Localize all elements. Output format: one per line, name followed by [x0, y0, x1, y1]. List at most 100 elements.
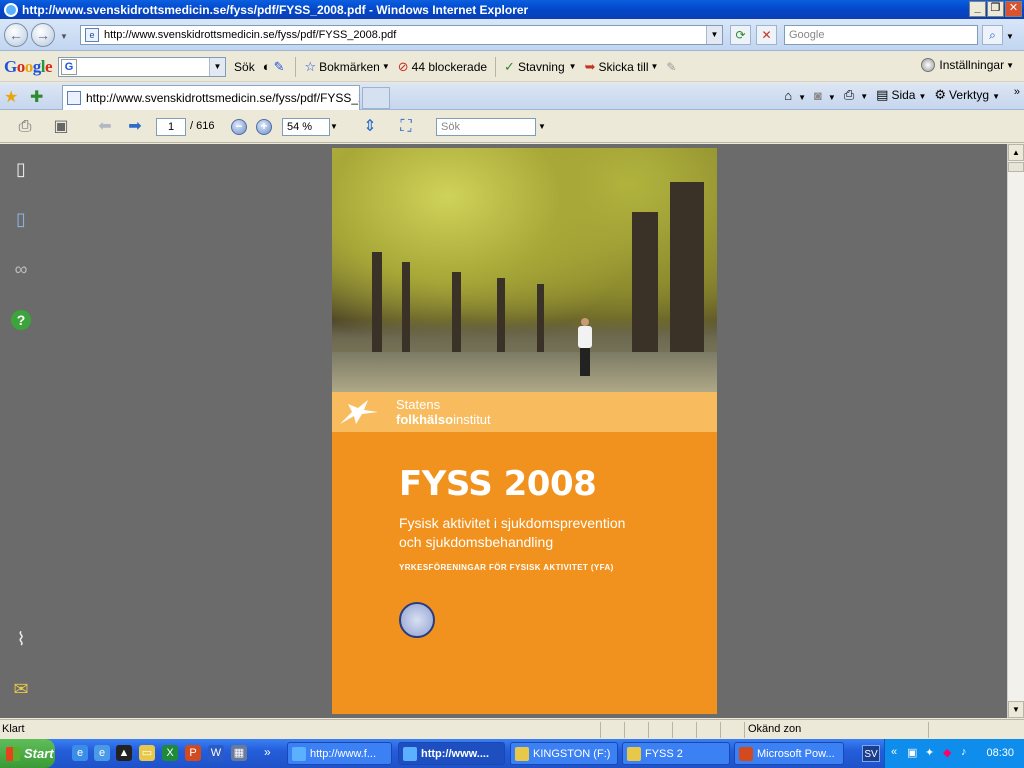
tab-bar: ★ ✚ http://www.svenskidrottsmedicin.se/f… — [0, 83, 1024, 110]
popup-blocker-button[interactable]: ⊘ 44 blockerade — [398, 59, 487, 75]
address-dropdown-icon[interactable]: ▼ — [706, 26, 722, 44]
taskbar-item-ie-2[interactable]: http://www.... — [398, 742, 505, 765]
taskbar-clock[interactable]: 08:30 — [986, 747, 1014, 759]
taskbar-item-ie-1[interactable]: http://www.f... — [287, 742, 392, 765]
send-to-button[interactable]: ➥ Skicka till ▼ — [585, 59, 659, 75]
google-logo[interactable]: Google — [4, 57, 53, 77]
taskbar: Start e e ▲ ▭ X P W ▦ » http://www.f... … — [0, 739, 1024, 768]
zoom-level-input[interactable]: 54 % — [282, 118, 330, 136]
window-controls: _ ❐ ✕ — [969, 1, 1022, 17]
gear-icon: ⚙ — [934, 87, 947, 102]
tab-title: http://www.svenskidrottsmedicin.se/fyss/… — [86, 91, 360, 105]
tray-security-icon[interactable]: ✦ — [925, 746, 934, 759]
tray-network-icon[interactable]: ▣ — [907, 746, 917, 759]
system-tray: « ▣ ✦ ◆ ♪ 08:30 — [884, 739, 1024, 768]
toolbar-extra-icons[interactable]: ◐ ✎ — [263, 59, 288, 75]
fit-width-button[interactable]: ⇕ — [359, 116, 381, 138]
add-favorite-icon[interactable]: ✚ — [30, 87, 43, 107]
restore-button[interactable]: ❐ — [987, 1, 1004, 17]
new-tab-button[interactable] — [362, 87, 390, 109]
home-icon: ⌂ — [784, 87, 793, 103]
back-button[interactable]: ← — [4, 23, 28, 47]
bookmarks-panel-icon[interactable]: ▯ — [10, 208, 32, 230]
previous-page-button[interactable]: ⬅ — [94, 116, 116, 138]
zoom-dropdown-icon[interactable]: ▼ — [330, 122, 338, 131]
popup-blocked-icon: ⊘ — [397, 58, 409, 74]
pagerank-icon: ◐ — [262, 59, 271, 74]
taskbar-item-kingston[interactable]: KINGSTON (F:) — [510, 742, 618, 765]
comments-icon[interactable]: ✉ — [10, 678, 32, 700]
tray-app-icon[interactable]: ◆ — [943, 746, 951, 759]
quicklaunch-media-icon[interactable]: ▲ — [116, 745, 132, 761]
search-input[interactable]: Google — [784, 25, 978, 45]
help-icon[interactable]: ? — [11, 310, 31, 330]
quicklaunch-grid-icon[interactable]: ▦ — [231, 745, 247, 761]
rss-icon: ◙ — [814, 87, 822, 103]
tools-menu-button[interactable]: ⚙ Verktyg ▼ — [934, 87, 1000, 103]
print-button[interactable]: ⎙ ▼ — [844, 87, 868, 103]
pdf-print-button[interactable]: ⎙ — [14, 116, 36, 138]
quicklaunch-powerpoint-icon[interactable]: P — [185, 745, 201, 761]
pdf-search-input[interactable]: Sök — [436, 118, 536, 136]
organization-band: Statens folkhälsoinstitut — [332, 392, 717, 432]
window-title: http://www.svenskidrottsmedicin.se/fyss/… — [22, 2, 529, 17]
scroll-down-button[interactable]: ▼ — [1008, 701, 1024, 718]
feeds-button[interactable]: ◙ ▼ — [814, 88, 836, 103]
page-menu-button[interactable]: ▤ Sida ▼ — [876, 87, 926, 103]
minimize-button[interactable]: _ — [969, 1, 986, 17]
pdf-search-dropdown-icon[interactable]: ▼ — [538, 122, 546, 131]
tray-volume-icon[interactable]: ♪ — [961, 746, 967, 758]
close-window-button[interactable]: ✕ — [1005, 1, 1022, 17]
scroll-thumb[interactable] — [1008, 162, 1024, 172]
history-dropdown-icon[interactable]: ▼ — [60, 32, 68, 41]
favorites-star-icon[interactable]: ★ — [4, 87, 18, 107]
zoom-out-button[interactable]: − — [231, 119, 247, 135]
home-button[interactable]: ⌂ ▼ — [784, 88, 806, 103]
settings-button[interactable]: Inställningar ▼ — [921, 58, 1014, 72]
page-number-input[interactable]: 1 — [156, 118, 186, 136]
google-search-button[interactable]: Sök — [234, 60, 255, 74]
security-zone: Okänd zon — [748, 723, 802, 735]
google-search-dropdown-icon[interactable]: ▼ — [209, 57, 226, 76]
highlight-icon: ✎ — [273, 58, 285, 74]
toolbar-overflow-icon[interactable]: » — [1014, 86, 1020, 98]
window-title-bar[interactable]: http://www.svenskidrottsmedicin.se/fyss/… — [0, 0, 1024, 19]
address-url: http://www.svenskidrottsmedicin.se/fyss/… — [104, 29, 397, 41]
fit-page-button[interactable]: ⛶ — [395, 116, 417, 138]
quicklaunch-folder-icon[interactable]: ▭ — [139, 745, 155, 761]
taskbar-item-powerpoint[interactable]: Microsoft Pow... — [734, 742, 844, 765]
zoom-in-button[interactable]: + — [256, 119, 272, 135]
pages-panel-icon[interactable]: ▯ — [10, 158, 32, 180]
start-button[interactable]: Start — [0, 739, 55, 768]
scroll-up-button[interactable]: ▲ — [1008, 144, 1024, 161]
page-icon: e — [85, 28, 99, 42]
search-options-icon[interactable]: ▼ — [1006, 32, 1014, 41]
forward-button[interactable]: → — [31, 23, 55, 47]
vertical-scrollbar[interactable]: ▲ ▼ — [1007, 144, 1024, 718]
pdf-document-view[interactable]: Statens folkhälsoinstitut FYSS 2008 Fysi… — [44, 144, 1007, 718]
pdf-navigation-pane: ▯ ▯ ∞ ? ⌇ ✉ — [0, 144, 44, 718]
tab-current[interactable]: http://www.svenskidrottsmedicin.se/fyss/… — [62, 85, 360, 110]
spellcheck-button[interactable]: ✓ Stavning ▼ — [504, 59, 577, 75]
toolbar-pen-icon[interactable]: ✎ — [666, 60, 676, 74]
find-binoculars-icon[interactable]: ∞ — [10, 258, 32, 280]
address-input[interactable]: e http://www.svenskidrottsmedicin.se/fys… — [80, 25, 723, 45]
quicklaunch-excel-icon[interactable]: X — [162, 745, 178, 761]
refresh-button[interactable]: ⟳ — [730, 25, 751, 45]
windows-logo-icon — [6, 746, 20, 761]
quicklaunch-ie2-icon[interactable]: e — [94, 745, 110, 761]
quicklaunch-ie-icon[interactable]: e — [72, 745, 88, 761]
pdf-save-button[interactable]: ▣ — [50, 116, 72, 138]
tray-expand-icon[interactable]: « — [891, 746, 897, 758]
quicklaunch-word-icon[interactable]: W — [208, 745, 224, 761]
next-page-button[interactable]: ➡ — [124, 116, 146, 138]
search-button[interactable]: ⌕ — [982, 25, 1003, 45]
taskbar-item-fyss2[interactable]: FYSS 2 — [622, 742, 730, 765]
quicklaunch-overflow-icon[interactable]: » — [264, 745, 271, 759]
attachments-paperclip-icon[interactable]: ⌇ — [10, 628, 32, 650]
bookmarks-button[interactable]: ☆ Bokmärken ▼ — [304, 59, 389, 75]
google-search-input[interactable]: G ▼ — [58, 56, 227, 77]
toolbar-divider — [495, 56, 497, 77]
stop-button[interactable]: ✕ — [756, 25, 777, 45]
language-indicator[interactable]: SV — [862, 745, 880, 762]
